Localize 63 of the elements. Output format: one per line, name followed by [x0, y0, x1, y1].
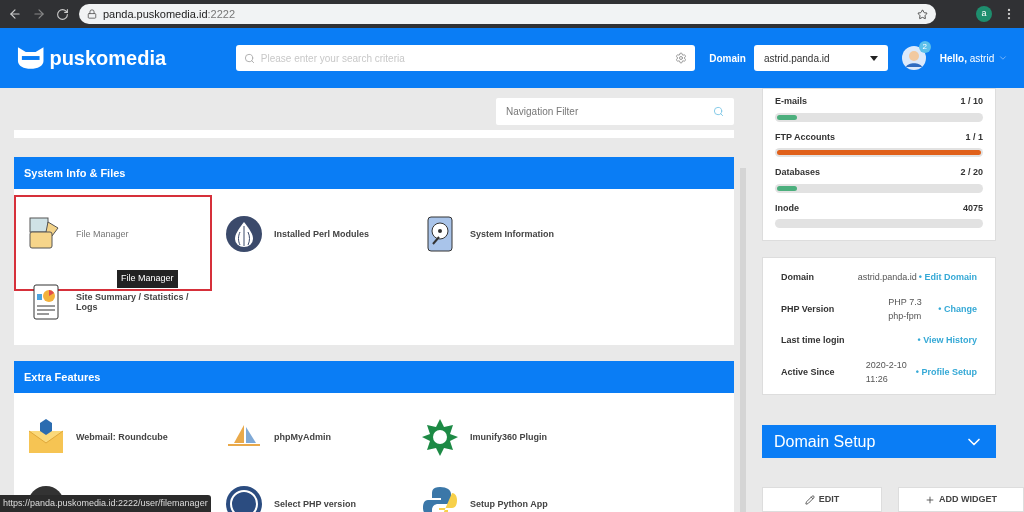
address-bar[interactable]: panda.puskomedia.id:2222: [78, 4, 937, 24]
profile-avatar[interactable]: a: [976, 6, 992, 22]
caret-icon: [869, 55, 878, 61]
usage-reading: 2 / 20: [960, 166, 983, 179]
lock-icon: [86, 9, 97, 19]
feature-item[interactable]: Imunify360 Plugin: [408, 417, 604, 457]
feature-item[interactable]: Setup Python App: [408, 484, 604, 512]
url-text: panda.puskomedia.id:2222: [102, 6, 237, 22]
feature-label: Imunify360 Plugin: [470, 432, 548, 442]
bookmark-icon[interactable]: [917, 8, 929, 20]
usage-reading: 4075: [962, 201, 983, 215]
domain-setup-bar[interactable]: Domain Setup: [762, 425, 996, 458]
feature-item[interactable]: File Manager File Manager: [14, 195, 212, 291]
feature-item[interactable]: phpMyAdmin: [212, 417, 408, 457]
search-icon: [243, 52, 255, 64]
usage-reading: 1 / 10: [960, 95, 983, 108]
navigation-filter-field[interactable]: Navigation Filter: [496, 98, 734, 125]
logo-text: puskomedia: [49, 46, 168, 71]
info-label: Active Since: [781, 365, 836, 379]
feature-item[interactable]: Select PHP version: [212, 484, 408, 512]
feature-label: System Information: [470, 229, 555, 239]
usage-reading: 1 / 1: [965, 130, 983, 144]
star-icon: [420, 417, 460, 457]
usage-label: Inode: [775, 201, 799, 215]
info-value: PHP 7.3 php-fpm: [888, 296, 923, 323]
domain-label: Domain: [709, 51, 746, 66]
info-value: astrid.panda.id: [857, 272, 917, 283]
search-icon: [713, 106, 724, 117]
info-label: PHP Version: [781, 302, 836, 316]
cat-logo-icon: [16, 47, 46, 69]
python-icon: [420, 484, 460, 512]
info-label: Last time login: [781, 334, 846, 348]
feature-item[interactable]: Installed Perl Modules: [212, 214, 408, 254]
feature-label: File Manager: [76, 229, 130, 239]
notification-badge: 2: [918, 41, 931, 53]
edit-button[interactable]: EDIT: [762, 487, 882, 512]
feature-label: Setup Python App: [470, 499, 549, 509]
avatar-icon[interactable]: [901, 46, 926, 70]
usage-label: Databases: [775, 166, 821, 179]
reload-icon[interactable]: [55, 7, 69, 21]
info-value: 2020-2-10 11:26: [865, 359, 908, 386]
feature-label: Site Summary / Statistics / Logs: [76, 292, 190, 312]
plus-icon: [925, 494, 935, 505]
section-header: Extra Features: [14, 361, 734, 393]
add-widget-button[interactable]: ADD WIDGET: [898, 487, 1024, 512]
domain-select[interactable]: astrid.panda.id: [753, 45, 888, 71]
onion-icon: [224, 214, 264, 254]
usage-label: E-mails: [775, 95, 807, 108]
tooltip: File Manager: [117, 270, 178, 288]
feature-label: Select PHP version: [274, 499, 357, 509]
feature-label: Installed Perl Modules: [274, 229, 371, 239]
pencil-icon: [804, 494, 815, 505]
feature-label: phpMyAdmin: [274, 432, 332, 442]
user-greeting[interactable]: Hello, astrid: [939, 50, 995, 66]
feature-label: Webmail: Roundcube: [76, 432, 169, 442]
back-icon[interactable]: [8, 7, 22, 21]
section-header: System Info & Files: [14, 157, 734, 189]
settings-icon[interactable]: [675, 52, 688, 64]
feature-item[interactable]: System Information: [408, 214, 604, 254]
info-label: Domain: [781, 271, 815, 285]
usage-label: FTP Accounts: [775, 130, 835, 144]
feature-item[interactable]: Webmail: Roundcube: [14, 417, 212, 457]
forward-icon[interactable]: [32, 7, 46, 21]
